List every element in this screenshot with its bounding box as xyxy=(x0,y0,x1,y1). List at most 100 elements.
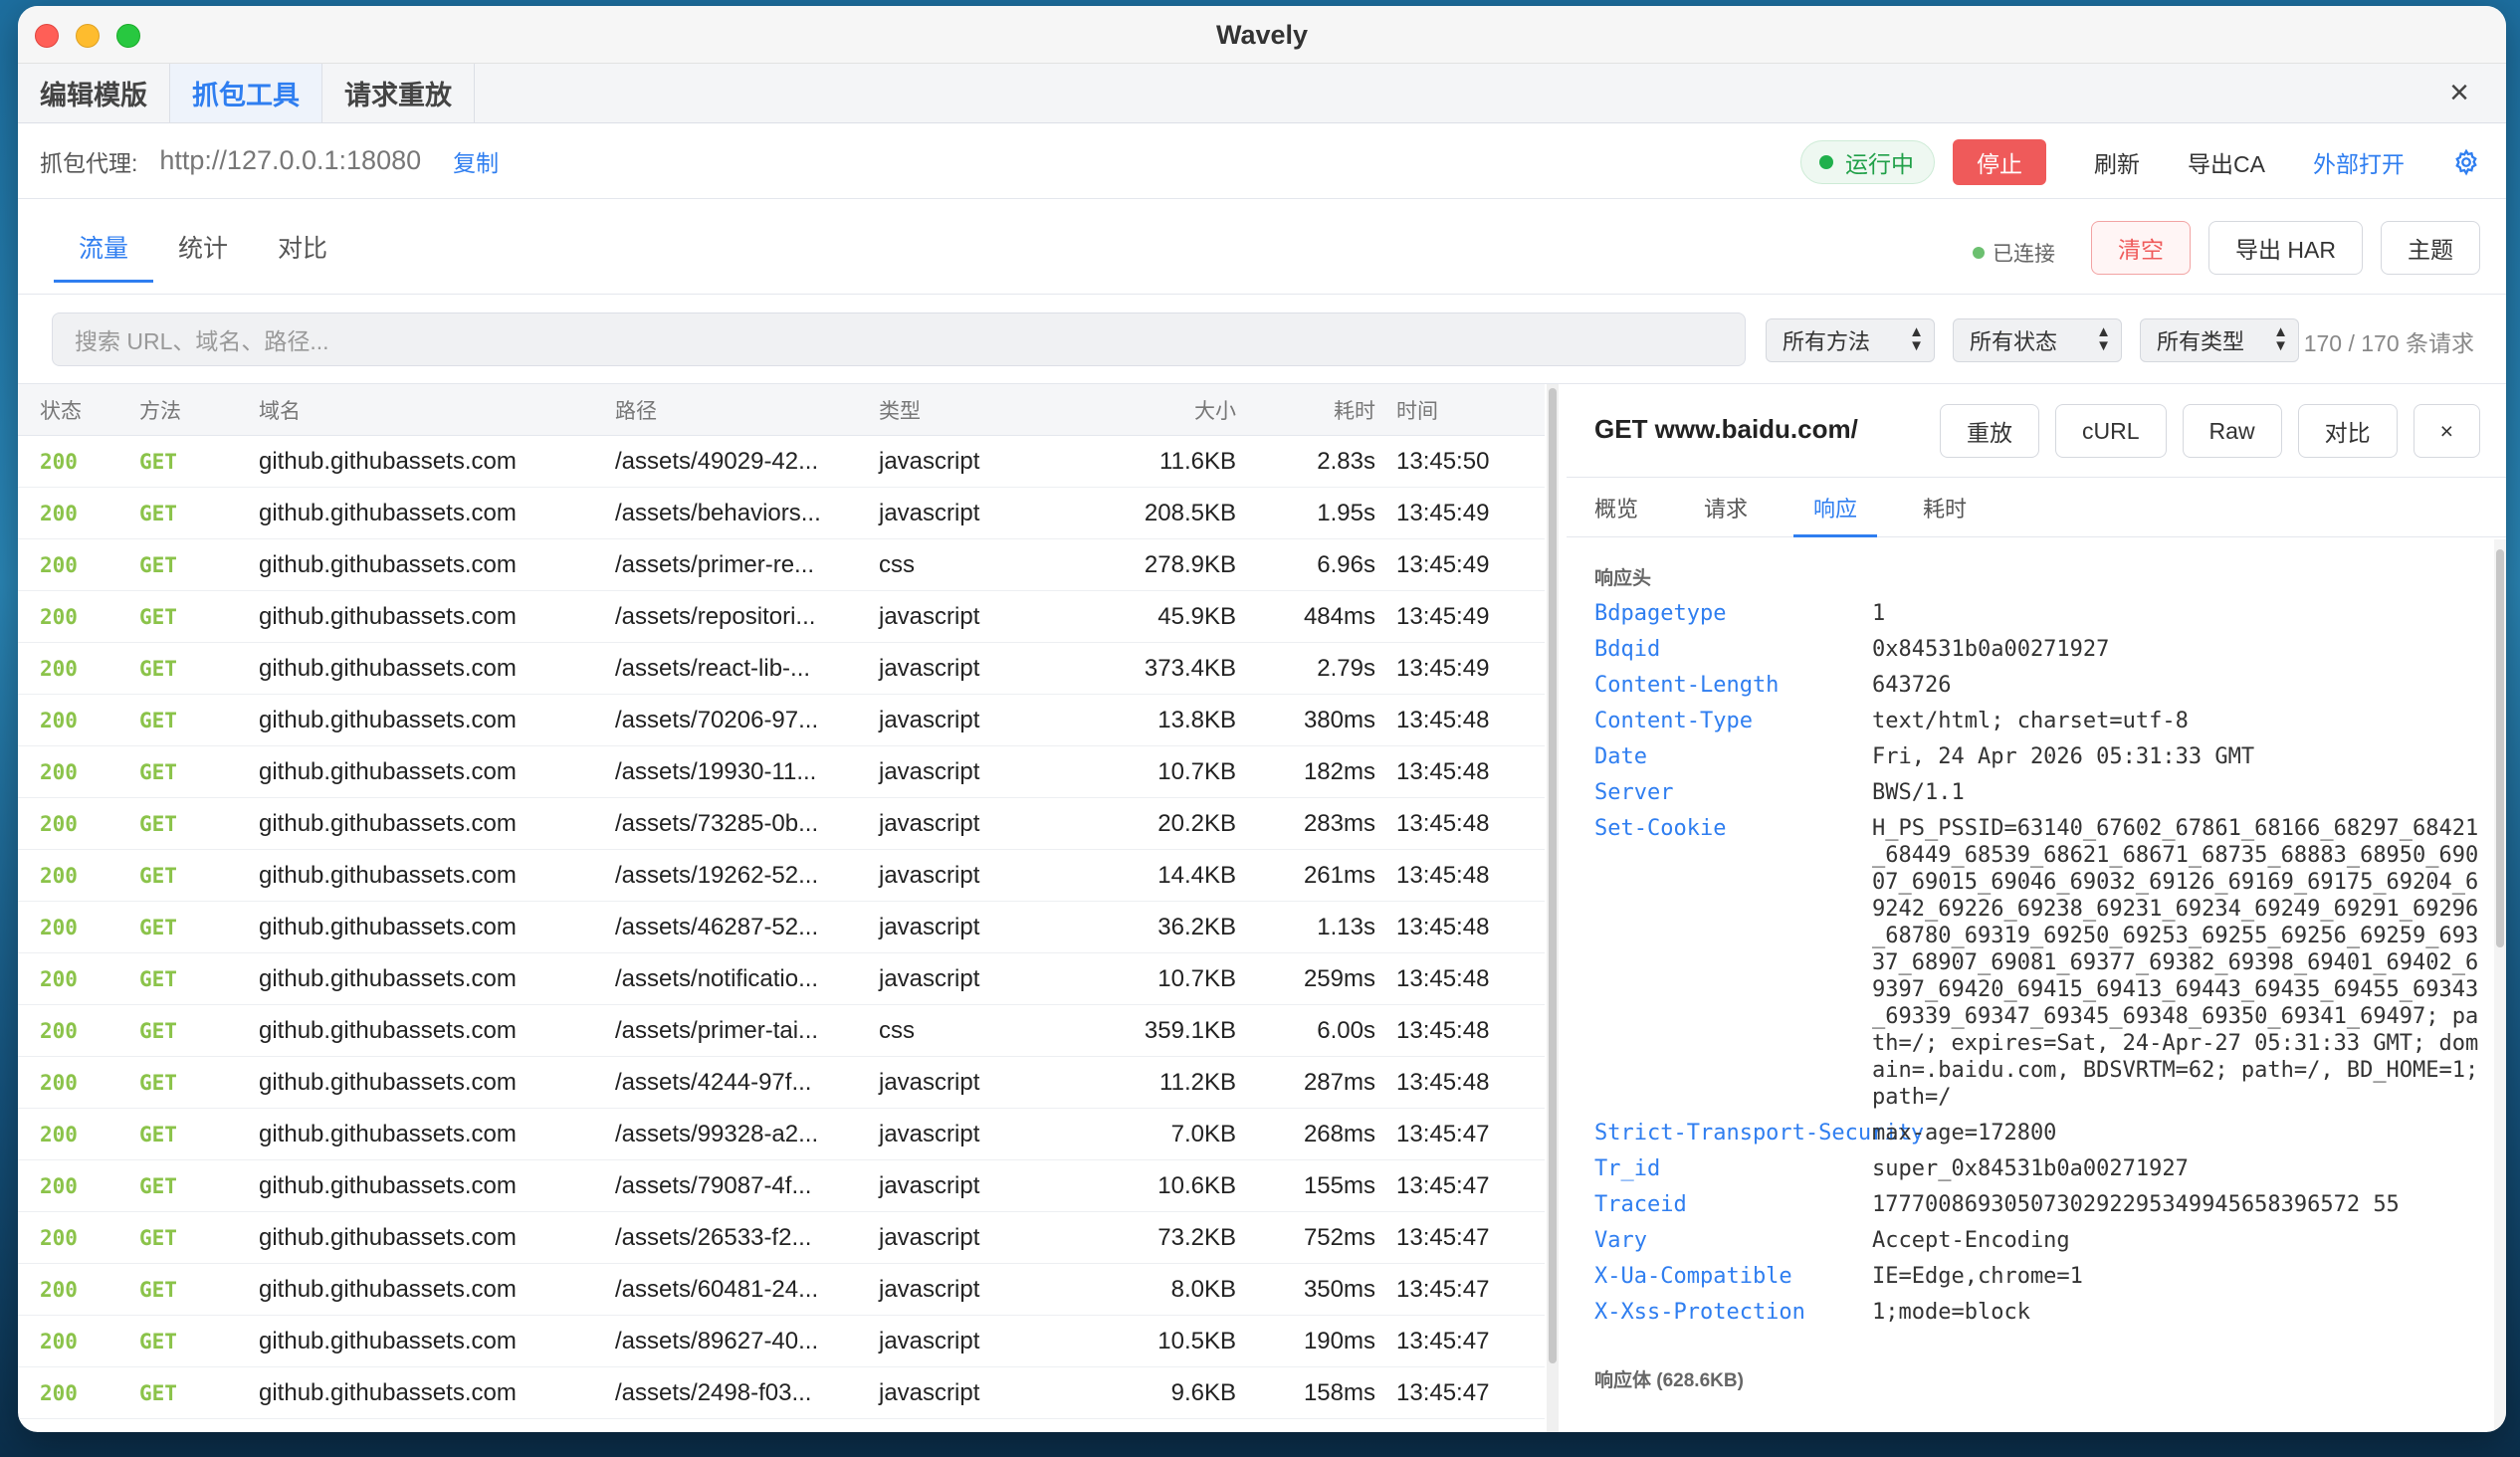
table-row[interactable]: 200 GET github.githubassets.com/assets/702… xyxy=(18,695,1545,746)
header-key: X-Ua-Compatible xyxy=(1594,1264,1792,1289)
close-icon[interactable]: × xyxy=(2442,76,2476,109)
tab-timing[interactable]: 耗时 xyxy=(1905,478,1985,536)
replay-button[interactable]: 重放 xyxy=(1940,404,2040,458)
table-row[interactable]: 200 GET github.githubassets.com/assets/462… xyxy=(18,902,1545,953)
cell-status-code: 200 xyxy=(40,812,78,836)
cell-status-code: 200 xyxy=(40,1330,78,1353)
table-row[interactable]: 200 GET github.githubassets.com/assets/424… xyxy=(18,1057,1545,1109)
cell-size: 10.7KB xyxy=(1157,965,1236,992)
table-row[interactable]: 200 GET github.githubassets.com/assets/490… xyxy=(18,436,1545,488)
close-detail-button[interactable]: × xyxy=(2413,404,2480,458)
header-value: 1;mode=block xyxy=(1872,1300,2030,1325)
gear-icon[interactable] xyxy=(2452,148,2480,176)
header-key: X-Xss-Protection xyxy=(1594,1300,1805,1325)
detail-title: GET www.baidu.com/ xyxy=(1594,414,1858,444)
cell-duration: 6.00s xyxy=(1317,1017,1375,1044)
cell-method: GET xyxy=(139,605,177,629)
stop-button[interactable]: 停止 xyxy=(1953,139,2047,185)
table-row[interactable]: 200 GET github.githubassets.com/assets/732… xyxy=(18,798,1545,850)
header-duration[interactable]: 耗时 xyxy=(1334,384,1375,436)
table-row[interactable]: 200 GET github.githubassets.com/assets/rea… xyxy=(18,643,1545,695)
tab-traffic[interactable]: 流量 xyxy=(54,199,154,295)
table-row[interactable]: 200 GET github.githubassets.com/assets/249… xyxy=(18,1367,1545,1419)
cell-path: /assets/primer-tai... xyxy=(615,1017,819,1044)
cell-path: /assets/behaviors... xyxy=(615,500,821,526)
export-ca-button[interactable]: 导出CA xyxy=(2188,145,2265,179)
tab-statistics[interactable]: 统计 xyxy=(153,199,253,295)
table-row[interactable]: 200 GET github.githubassets.com/assets/993… xyxy=(18,1109,1545,1160)
scrollbar-thumb[interactable] xyxy=(1549,388,1557,1363)
table-row[interactable]: 200 GET github.githubassets.com/assets/790… xyxy=(18,1160,1545,1212)
header-time[interactable]: 时间 xyxy=(1396,384,1438,436)
cell-domain: github.githubassets.com xyxy=(259,758,517,785)
curl-button[interactable]: cURL xyxy=(2055,404,2167,458)
header-domain[interactable]: 域名 xyxy=(259,384,301,436)
header-status[interactable]: 状态 xyxy=(40,384,82,436)
cell-size: 208.5KB xyxy=(1144,500,1236,526)
cell-domain: github.githubassets.com xyxy=(259,862,517,889)
header-method[interactable]: 方法 xyxy=(139,384,181,436)
scrollbar-thumb[interactable] xyxy=(2496,549,2504,947)
status-select[interactable]: 所有状态 ▲ ▼ xyxy=(1953,318,2122,362)
header-row: Tr_id super_0x84531b0a00271927 xyxy=(1594,1155,2506,1182)
header-row: Bdqid 0x84531b0a00271927 xyxy=(1594,636,2506,663)
header-type[interactable]: 类型 xyxy=(879,384,921,436)
header-size[interactable]: 大小 xyxy=(1194,384,1236,436)
cell-path: /assets/4244-97f... xyxy=(615,1069,812,1096)
cell-size: 359.1KB xyxy=(1144,1017,1236,1044)
clear-button[interactable]: 清空 xyxy=(2091,221,2192,275)
search-input[interactable]: 搜索 URL、域名、路径... xyxy=(52,312,1746,366)
cell-method: GET xyxy=(139,1019,177,1043)
type-select[interactable]: 所有类型 ▲ ▼ xyxy=(2140,318,2299,362)
header-key: Tr_id xyxy=(1594,1156,1661,1181)
raw-button[interactable]: Raw xyxy=(2182,404,2282,458)
table-scrollbar[interactable] xyxy=(1547,384,1559,1432)
theme-button[interactable]: 主题 xyxy=(2381,221,2480,275)
tab-request-replay[interactable]: 请求重放 xyxy=(322,64,475,122)
cell-timestamp: 13:45:49 xyxy=(1396,655,1490,682)
detail-scrollbar[interactable] xyxy=(2494,539,2506,1432)
cell-duration: 190ms xyxy=(1303,1328,1375,1354)
select-arrows-icon: ▲ ▼ xyxy=(1909,323,1924,354)
header-row: Server BWS/1.1 xyxy=(1594,779,2506,806)
compare-button[interactable]: 对比 xyxy=(2297,404,2398,458)
table-row[interactable]: 200 GET github.githubassets.com/assets/604… xyxy=(18,1264,1545,1316)
tab-edit-template[interactable]: 编辑模版 xyxy=(18,64,170,122)
table-row[interactable]: 200 GET github.githubassets.com/assets/not… xyxy=(18,953,1545,1005)
tab-response[interactable]: 响应 xyxy=(1793,478,1878,537)
table-row[interactable]: 200 GET github.githubassets.com/assets/199… xyxy=(18,746,1545,798)
tab-capture-tool[interactable]: 抓包工具 xyxy=(170,64,322,122)
cell-size: 10.7KB xyxy=(1157,758,1236,785)
open-external-button[interactable]: 外部打开 xyxy=(2313,145,2405,179)
cell-path: /assets/2498-f03... xyxy=(615,1379,812,1406)
table-row[interactable]: 200 GET github.githubassets.com/assets/192… xyxy=(18,850,1545,902)
table-row[interactable]: 200 GET github.githubassets.com/assets/896… xyxy=(18,1316,1545,1367)
tab-request[interactable]: 请求 xyxy=(1686,478,1766,536)
cell-content-type: javascript xyxy=(879,500,980,526)
cell-content-type: javascript xyxy=(879,965,980,992)
cell-content-type: javascript xyxy=(879,448,980,475)
cell-domain: github.githubassets.com xyxy=(259,1276,517,1303)
table-row[interactable]: 200 GET github.githubassets.com/assets/beh… xyxy=(18,488,1545,539)
cell-path: /assets/19930-11... xyxy=(615,758,817,785)
refresh-button[interactable]: 刷新 xyxy=(2094,145,2140,179)
cell-domain: github.githubassets.com xyxy=(259,1017,517,1044)
cell-status-code: 200 xyxy=(40,864,78,888)
cell-timestamp: 13:45:48 xyxy=(1396,1017,1490,1044)
table-row[interactable]: 200 GET github.githubassets.com/assets/rep… xyxy=(18,591,1545,643)
header-path[interactable]: 路径 xyxy=(615,384,657,436)
export-har-button[interactable]: 导出 HAR xyxy=(2208,221,2363,275)
header-value: max-age=172800 xyxy=(1872,1121,2057,1145)
tab-compare[interactable]: 对比 xyxy=(253,199,352,295)
traffic-actions: 已连接 清空 导出 HAR 主题 xyxy=(1973,221,2480,275)
method-select[interactable]: 所有方法 ▲ ▼ xyxy=(1766,318,1935,362)
table-row[interactable]: 200 GET github.githubassets.com/assets/pri… xyxy=(18,539,1545,591)
header-value: 1 xyxy=(1872,601,1886,626)
copy-button[interactable]: 复制 xyxy=(453,144,499,178)
tab-overview[interactable]: 概览 xyxy=(1576,478,1656,536)
cell-timestamp: 13:45:47 xyxy=(1396,1121,1490,1147)
table-row[interactable]: 200 GET github.githubassets.com/assets/pri… xyxy=(18,1005,1545,1057)
cell-size: 373.4KB xyxy=(1144,655,1236,682)
table-row[interactable]: 200 GET github.githubassets.com/assets/265… xyxy=(18,1212,1545,1264)
response-body-panel: 响应头 Bdpagetype 1 Bdqid 0x84531b0a00271927 Co… xyxy=(1567,539,2506,1432)
